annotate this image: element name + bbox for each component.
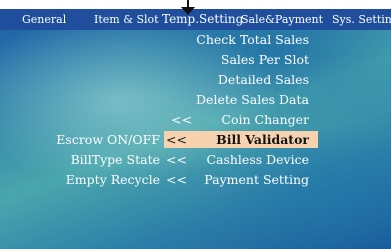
submenu-escrow-on-off[interactable]: Escrow ON/OFF [0,131,160,148]
expand-arrow-cashless-device: << [166,152,187,167]
menu-item-payment-setting[interactable]: Payment Setting [204,171,309,188]
tab-temp-setting[interactable]: Temp.Setting [162,12,243,26]
pointer-arrow-icon [178,0,198,16]
expand-arrow-coin-changer: << [171,112,192,127]
menu-item-delete-sales-data[interactable]: Delete Sales Data [196,91,309,108]
expand-arrow-payment-setting: << [166,172,187,187]
expand-arrow-bill-validator: << [166,132,187,147]
menu-item-cashless-device[interactable]: Cashless Device [206,151,309,168]
menu-item-detailed-sales[interactable]: Detailed Sales [218,71,309,88]
vending-setup-screen: General Item & Slot Temp.Setting Sale&Pa… [0,9,391,249]
submenu-billtype-state[interactable]: BillType State [0,151,160,168]
tab-general[interactable]: General [22,13,66,26]
menu-item-bill-validator[interactable]: Bill Validator [216,131,309,148]
tab-item-slot[interactable]: Item & Slot [94,13,159,26]
tab-sys-setting[interactable]: Sys. Setting [332,13,391,26]
menu-item-check-total-sales[interactable]: Check Total Sales [196,31,309,48]
submenu-empty-recycle[interactable]: Empty Recycle [0,171,160,188]
tab-sale-payment[interactable]: Sale&Payment [241,13,323,26]
menu-item-coin-changer[interactable]: Coin Changer [221,111,309,128]
menu-item-sales-per-slot[interactable]: Sales Per Slot [221,51,309,68]
